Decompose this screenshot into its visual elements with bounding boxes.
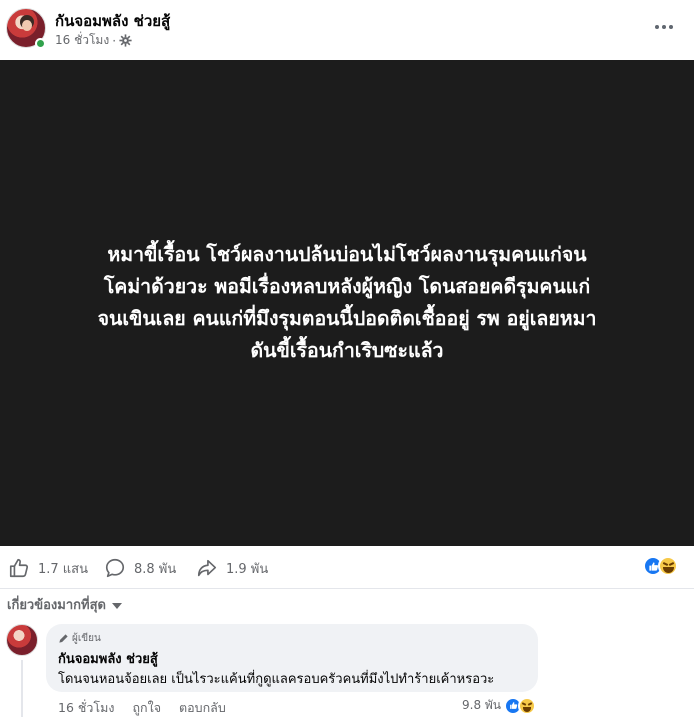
author-badge-label: ผู้เขียน (72, 633, 101, 644)
comment-sort-dropdown[interactable]: เกี่ยวข้องมากที่สุด (7, 594, 122, 615)
comment-meta: 16 ชั่วโมง ถูกใจ ตอบกลับ (58, 698, 226, 717)
post-reactions[interactable] (643, 555, 683, 577)
post-image-text: หมาขี้เรื้อน โชว์ผลงานปล้นบ่อนไม่โชว์ผลง… (17, 239, 677, 367)
post-meta: 16 ชั่วโมง · (55, 31, 132, 50)
comment-bubble: ผู้เขียน กันจอมพลัง ช่วยสู้ โดนจนหอนจ้อย… (46, 624, 538, 692)
post-image[interactable]: หมาขี้เรื้อน โชว์ผลงานปล้นบ่อนไม่โชว์ผลง… (0, 60, 694, 546)
more-options-button[interactable] (648, 14, 680, 40)
post-text-line: ดันขี้เรื้อนกำเริบซะแล้ว (250, 339, 444, 362)
meta-separator: · (112, 33, 117, 48)
comment-timestamp[interactable]: 16 ชั่วโมง (58, 698, 114, 717)
author-badge: ผู้เขียน (58, 631, 101, 646)
like-button[interactable]: 1.7 แสน (8, 554, 88, 582)
pencil-icon (59, 634, 68, 643)
comment-reaction-count: 9.8 พัน (462, 698, 502, 712)
share-icon (197, 559, 217, 577)
author-name[interactable]: กันจอมพลัง ช่วยสู้ (55, 9, 170, 33)
comment-like-button[interactable]: ถูกใจ (132, 698, 161, 717)
comment-author-name[interactable]: กันจอมพลัง ช่วยสู้ (58, 648, 158, 669)
post-actions-bar: 1.7 แสน 8.8 พัน 1.9 พัน (0, 548, 694, 588)
online-status-dot (35, 38, 46, 49)
more-dot (662, 25, 666, 29)
gear-icon[interactable] (119, 34, 132, 47)
comment-button[interactable]: 8.8 พัน (104, 554, 176, 582)
comment-icon (105, 558, 125, 578)
share-count: 1.9 พัน (226, 561, 269, 577)
comment-reactions[interactable]: 9.8 พัน (462, 696, 537, 715)
thread-line (21, 660, 23, 717)
thumbs-up-icon (9, 558, 29, 578)
comment-reply-button[interactable]: ตอบกลับ (179, 698, 226, 717)
comment-avatar[interactable] (6, 624, 38, 656)
post-header: กันจอมพลัง ช่วยสู้ 16 ชั่วโมง · (0, 0, 694, 56)
haha-reaction-icon (518, 696, 537, 715)
comment-count: 8.8 พัน (134, 561, 177, 577)
post-timestamp[interactable]: 16 ชั่วโมง (55, 31, 109, 50)
comment-text: โดนจนหอนจ้อยเลย เป็นไรวะแค้นที่กูดูแลครอ… (58, 672, 495, 687)
share-button[interactable]: 1.9 พัน (196, 554, 268, 582)
post-text-line: โคม่าด้วยวะ พอมีเรื่องหลบหลังผู้หญิง โดน… (103, 275, 591, 298)
post-text-line: จนเขินเลย คนแก่ที่มึงรุมตอนนี้ปอดติดเชื้… (97, 307, 597, 330)
divider (0, 588, 694, 589)
post-text-line: หมาขี้เรื้อน โชว์ผลงานปล้นบ่อนไม่โชว์ผลง… (107, 243, 587, 266)
more-dot (669, 25, 673, 29)
haha-reaction-icon (658, 556, 678, 576)
avatar-face (22, 20, 32, 31)
sort-label: เกี่ยวข้องมากที่สุด (7, 598, 106, 613)
like-count: 1.7 แสน (38, 561, 89, 577)
chevron-down-icon (111, 602, 122, 609)
more-horizontal-icon (655, 25, 659, 29)
